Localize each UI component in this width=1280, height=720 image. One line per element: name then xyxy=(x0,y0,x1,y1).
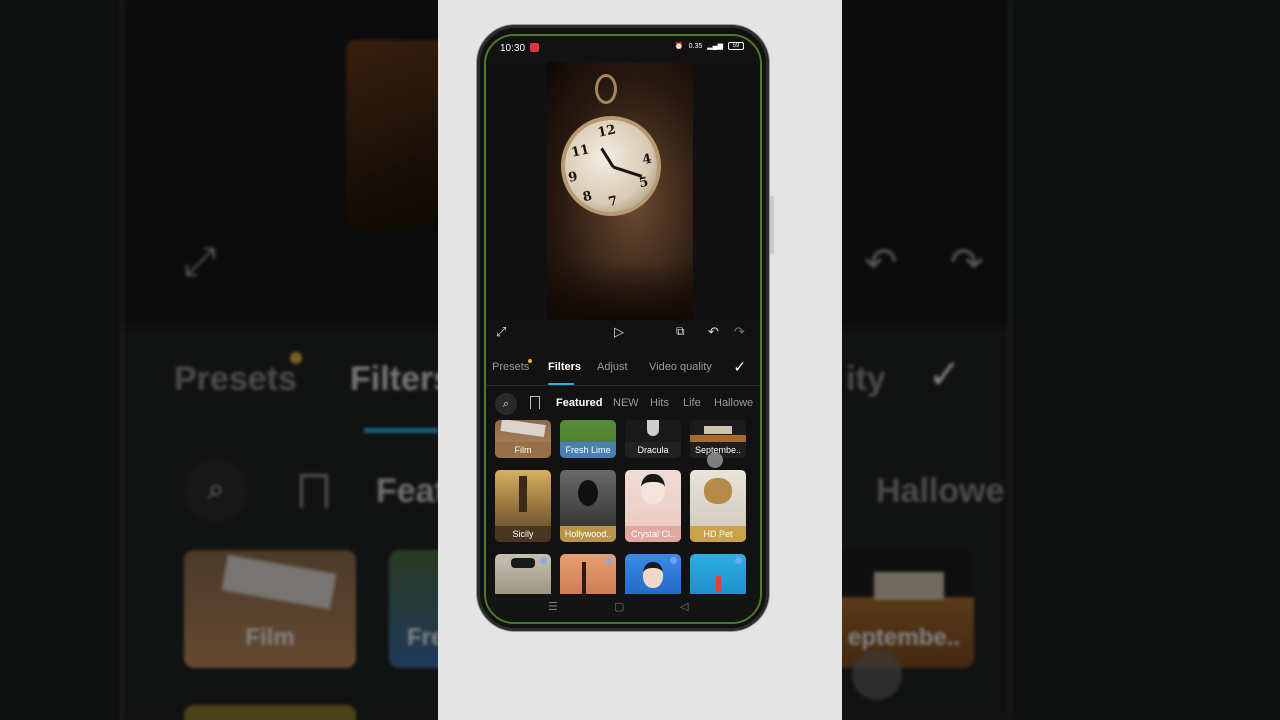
watch-ring xyxy=(595,74,617,104)
tab-video-quality[interactable]: Video quality xyxy=(649,361,712,373)
compare-icon[interactable]: ⧉ xyxy=(676,324,685,339)
redo-icon[interactable]: ↷ xyxy=(734,324,745,340)
filter-label: HD Pet xyxy=(690,526,746,542)
presets-badge xyxy=(528,359,532,363)
category-featured[interactable]: Featured xyxy=(556,397,602,409)
filter-label: Fresh Lime xyxy=(560,442,616,458)
status-bar: 10:30 ⏰ 0.35 ▂▄▆ 59 xyxy=(486,36,760,62)
undo-icon[interactable]: ↶ xyxy=(708,324,719,340)
status-time: 10:30 xyxy=(500,43,526,54)
video-preview[interactable]: 12 11 9 8 7 5 4 xyxy=(547,62,693,320)
expand-icon[interactable]: ⤢ xyxy=(496,324,506,340)
phone-side-button xyxy=(770,196,774,254)
phone-screen: 10:30 ⏰ 0.35 ▂▄▆ 59 12 11 9 8 7 5 4 ⤢ ▷ … xyxy=(484,34,762,624)
filter-tile[interactable]: HD Pet xyxy=(690,470,746,542)
battery-icon: 59 xyxy=(728,42,744,50)
filter-label: Sicily xyxy=(495,526,551,542)
filter-tile[interactable]: Dracula xyxy=(625,420,681,458)
tab-bar: Presets Filters Adjust Video quality ✓ xyxy=(486,356,760,386)
category-hits[interactable]: Hits xyxy=(650,397,669,409)
background-blur-left: ⤢ Presets Filters ⌕ Feat Film Fre xyxy=(0,0,438,720)
category-halloween[interactable]: Hallowe xyxy=(714,397,753,409)
pocket-watch-image: 12 11 9 8 7 5 4 xyxy=(551,106,671,226)
back-icon[interactable]: ◁ xyxy=(680,600,688,613)
filter-tile[interactable]: Crystal Cl.. xyxy=(625,470,681,542)
home-icon[interactable]: ▢ xyxy=(614,600,624,613)
filter-tile[interactable]: Film xyxy=(495,420,551,458)
tab-filters[interactable]: Filters xyxy=(548,361,581,373)
touch-indicator xyxy=(707,452,723,468)
pro-badge xyxy=(605,557,612,564)
tab-presets[interactable]: Presets xyxy=(492,361,529,373)
filter-category-bar: ⌕ Featured NEW Hits Life Hallowe xyxy=(486,392,760,418)
filter-tile[interactable]: Sicily xyxy=(495,470,551,542)
video-frame: ⤢ Presets Filters ⌕ Feat Film Fre ↶ ↷ xyxy=(0,0,1280,720)
alarm-icon: ⏰ xyxy=(674,43,684,50)
tab-adjust[interactable]: Adjust xyxy=(597,361,628,373)
background-blur-right: ↶ ↷ ity ✓ Hallowe eptembe.. xyxy=(842,0,1280,720)
system-nav-bar: ☰ ▢ ◁ xyxy=(486,594,760,622)
playback-controls: ⤢ ▷ ⧉ ↶ ↷ xyxy=(486,322,760,348)
net-speed: 0.35 xyxy=(688,42,703,50)
tab-underline xyxy=(548,383,574,385)
filter-label: Hollywood.. xyxy=(560,526,616,542)
filter-grid: Film Fresh Lime Dracula Septembe.. Sicil… xyxy=(486,420,760,600)
category-new[interactable]: NEW xyxy=(613,397,639,409)
signal-icon: ▂▄▆ xyxy=(707,43,723,50)
filter-tile[interactable]: Hollywood.. xyxy=(560,470,616,542)
pro-badge xyxy=(670,557,677,564)
video-preview-area[interactable]: 12 11 9 8 7 5 4 xyxy=(486,62,760,322)
category-life[interactable]: Life xyxy=(683,397,701,409)
filter-tile[interactable]: Fresh Lime xyxy=(560,420,616,458)
search-icon[interactable]: ⌕ xyxy=(495,393,517,415)
filter-label: Dracula xyxy=(625,442,681,458)
menu-icon[interactable]: ☰ xyxy=(548,600,558,613)
check-icon[interactable]: ✓ xyxy=(733,358,746,376)
filter-label: Crystal Cl.. xyxy=(625,526,681,542)
filter-label: Film xyxy=(495,442,551,458)
play-icon[interactable]: ▷ xyxy=(614,324,624,340)
record-indicator xyxy=(530,43,539,52)
bookmark-icon[interactable] xyxy=(530,396,540,409)
pro-badge xyxy=(735,557,742,564)
status-icons: ⏰ 0.35 ▂▄▆ 59 xyxy=(675,42,744,50)
pro-badge xyxy=(540,557,547,564)
